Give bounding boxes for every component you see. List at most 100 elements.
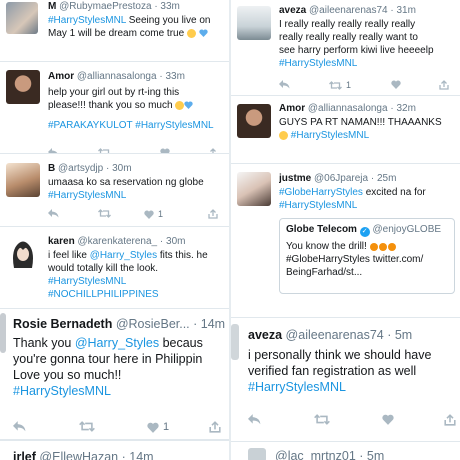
tweet-time[interactable]: · 33m	[154, 1, 180, 12]
author-handle[interactable]: @artsydjp	[58, 163, 103, 174]
author-handle[interactable]: @06Jpareja	[314, 173, 368, 184]
author-name[interactable]: Rosie Bernadeth	[13, 317, 112, 331]
tweet-line: really really really really want to	[279, 32, 418, 43]
author-name[interactable]: Amor	[279, 103, 305, 114]
author-name[interactable]: aveza	[279, 5, 306, 16]
share-icon[interactable]	[444, 414, 456, 426]
hashtag-line[interactable]: #HarryStylesMNL	[48, 189, 204, 202]
hashtag-line[interactable]: #HarryStylesMNL	[13, 383, 203, 399]
reply-icon[interactable]	[48, 209, 59, 218]
tweet-time[interactable]: · 5m	[359, 449, 384, 460]
reply-icon[interactable]	[279, 80, 290, 89]
reply-icon[interactable]	[248, 414, 261, 425]
author-handle[interactable]: @aileenarenas74	[309, 5, 388, 16]
author-handle[interactable]: @alliannasalonga	[308, 103, 388, 114]
tweet-header: M @RubymaePrestoza · 33m	[48, 0, 226, 13]
tweet-actions: 1	[13, 421, 229, 435]
author-name[interactable]: justme	[279, 173, 311, 184]
hashtag-line[interactable]: #HarryStylesMNL	[48, 275, 208, 288]
like-icon[interactable]	[160, 148, 170, 153]
tweet-line: see harry perform kiwi live heeeelp	[279, 45, 434, 56]
tweet[interactable]: irlef @EllewHazan · 14m	[0, 440, 229, 460]
tweet-text: #HarryStylesMNL Seeing you live on May 1…	[48, 14, 211, 40]
hashtag[interactable]: #HarryStylesMNL	[48, 15, 126, 26]
left-screenshot: M @RubymaePrestoza · 33m #HarryStylesMNL…	[0, 0, 229, 460]
avatar[interactable]	[248, 448, 266, 460]
tweet[interactable]: justme @06Jpareja · 25m #GlobeHarryStyle…	[231, 168, 460, 318]
tweet-time[interactable]: · 30m	[106, 163, 132, 174]
tweet[interactable]: B @artsydjp · 30m umaasa ko sa reservati…	[0, 155, 229, 227]
mention-link[interactable]: @Harry_Styles	[75, 336, 159, 350]
tweet-time[interactable]: · 14m	[193, 317, 225, 331]
hashtag-line[interactable]: #HarryStylesMNL	[279, 57, 434, 70]
share-icon[interactable]	[208, 209, 218, 219]
like-icon[interactable]: 1	[144, 209, 163, 219]
like-icon[interactable]	[391, 80, 401, 89]
share-icon[interactable]	[209, 421, 221, 433]
avatar[interactable]	[6, 163, 40, 197]
author-handle[interactable]: @EllewHazan	[39, 450, 118, 460]
hashtag-link[interactable]: #GlobeHarryStyles	[279, 187, 363, 198]
tweet-time[interactable]: · 25m	[371, 173, 397, 184]
tweet-time[interactable]: · 31m	[390, 5, 416, 16]
tweet[interactable]: Amor @alliannasalonga · 33m help your gi…	[0, 62, 229, 154]
author-handle[interactable]: @RosieBer...	[116, 317, 190, 331]
avatar[interactable]	[6, 2, 38, 34]
author-handle[interactable]: @RubymaePrestoza	[59, 1, 151, 12]
retweet-icon[interactable]	[98, 209, 111, 218]
quoted-line: BeingFarhad/st...	[286, 267, 363, 278]
retweet-icon[interactable]	[79, 421, 95, 432]
avatar[interactable]	[237, 172, 271, 206]
share-icon[interactable]	[439, 80, 449, 90]
tweet[interactable]: Rosie Bernadeth @RosieBer... · 14m Thank…	[0, 308, 229, 440]
mention-link[interactable]: @Harry_Styles	[90, 250, 157, 261]
author-handle[interactable]: @alliannasalonga	[77, 71, 157, 82]
author-name[interactable]: B	[48, 163, 55, 174]
tweet-time[interactable]: · 33m	[159, 71, 185, 82]
avatar[interactable]	[237, 104, 271, 138]
share-icon[interactable]	[208, 148, 218, 153]
reply-icon[interactable]	[13, 421, 26, 432]
retweet-icon[interactable]	[98, 148, 111, 153]
avatar[interactable]	[231, 324, 239, 360]
like-icon[interactable]	[382, 414, 394, 425]
reply-icon[interactable]	[48, 148, 59, 153]
heart-eyes-emoji	[186, 29, 196, 38]
author-name[interactable]: karen	[48, 236, 75, 247]
tweet[interactable]: Amor @alliannasalonga · 32m GUYS PA RT N…	[231, 98, 460, 164]
tweet-time[interactable]: · 5m	[387, 328, 412, 342]
author-name[interactable]: aveza	[248, 328, 282, 342]
tweet[interactable]: karen @karenkaterena_ · 30m i feel like …	[0, 228, 229, 308]
like-icon[interactable]: 1	[147, 421, 169, 433]
retweet-icon[interactable]	[314, 414, 330, 425]
tweet-time[interactable]: · 14m	[122, 450, 154, 460]
hashtag-line[interactable]: #NOCHILLPHILIPPINES	[48, 288, 208, 301]
hashtag-line[interactable]: #PARAKAYKULOT #HarryStylesMNL	[48, 119, 214, 132]
quoted-tweet[interactable]: Globe Telecom ✓ @enjoyGLOBE You know the…	[279, 218, 455, 294]
retweet-icon[interactable]: 1	[329, 80, 351, 90]
quoted-line-text: You know the drill!	[286, 241, 367, 252]
right-screenshot: aveza @aileenarenas74 · 31m I really rea…	[231, 0, 460, 460]
hashtag-link[interactable]: #HarryStylesMNL	[291, 130, 369, 141]
tweet-time[interactable]: · 30m	[160, 236, 186, 247]
tweet[interactable]: @lac_mrtnz01 · 5m	[231, 444, 460, 460]
tweet[interactable]: aveza @aileenarenas74 · 31m I really rea…	[231, 0, 460, 96]
author-handle[interactable]: @karenkaterena_	[77, 236, 157, 247]
avatar[interactable]	[237, 6, 271, 40]
hashtag-line[interactable]: #HarryStylesMNL	[279, 199, 426, 212]
tweet-text: GUYS PA RT NAMAN!!! THAAANKS #HarryStyle…	[279, 116, 442, 142]
author-handle[interactable]: @aileenarenas74	[286, 328, 384, 342]
tweet[interactable]: M @RubymaePrestoza · 33m #HarryStylesMNL…	[0, 0, 229, 62]
author-name[interactable]: Amor	[48, 71, 74, 82]
avatar[interactable]	[8, 238, 38, 272]
avatar[interactable]	[6, 70, 40, 104]
author-name[interactable]: M	[48, 1, 56, 12]
author-name[interactable]: irlef	[13, 450, 36, 460]
avatar[interactable]	[0, 313, 6, 353]
author-handle[interactable]: @lac_mrtnz01	[275, 449, 356, 460]
tweet-line: help your girl out by rt-ing this	[48, 87, 180, 98]
tweet[interactable]: aveza @aileenarenas74 · 5m i personally …	[231, 318, 460, 442]
tweet-time[interactable]: · 32m	[390, 103, 416, 114]
tweet-line: Love you so much!!	[13, 368, 122, 382]
hashtag-line[interactable]: #HarryStylesMNL	[248, 379, 431, 395]
